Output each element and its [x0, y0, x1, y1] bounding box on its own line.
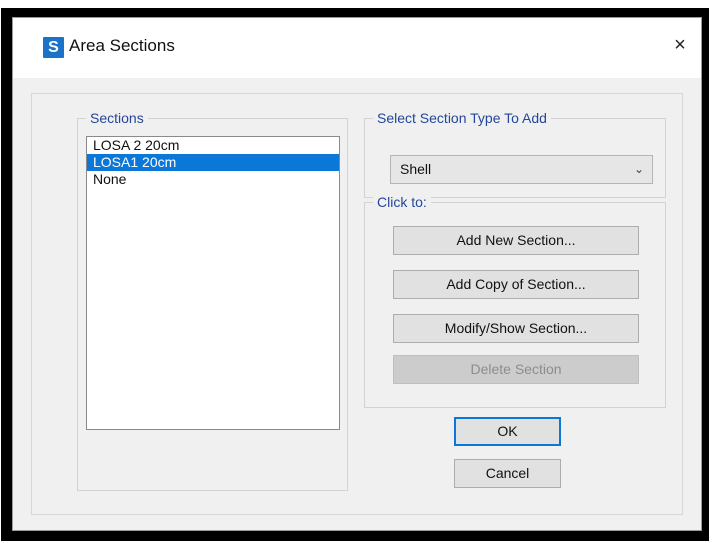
modify-show-section-button[interactable]: Modify/Show Section... — [393, 314, 639, 343]
title-bar: S Area Sections × — [13, 18, 701, 78]
area-sections-dialog: S Area Sections × Sections LOSA 2 20cm L… — [12, 17, 702, 531]
close-icon[interactable]: × — [669, 34, 691, 56]
add-copy-section-button[interactable]: Add Copy of Section... — [393, 270, 639, 299]
app-logo-icon: S — [43, 37, 64, 58]
chevron-down-icon: ⌄ — [633, 162, 644, 176]
click-to-label: Click to: — [373, 194, 431, 210]
section-type-select[interactable]: Shell ⌄ — [390, 155, 653, 184]
list-item-selected[interactable]: LOSA1 20cm — [87, 154, 339, 171]
ok-button[interactable]: OK — [454, 417, 561, 446]
cancel-button[interactable]: Cancel — [454, 459, 561, 488]
section-type-value: Shell — [400, 161, 432, 177]
section-type-label: Select Section Type To Add — [373, 110, 551, 126]
sections-listbox[interactable]: LOSA 2 20cm LOSA1 20cm None — [86, 136, 340, 430]
sections-label: Sections — [86, 110, 148, 126]
delete-section-button[interactable]: Delete Section — [393, 355, 639, 384]
add-new-section-button[interactable]: Add New Section... — [393, 226, 639, 255]
list-item[interactable]: None — [87, 171, 339, 188]
window-title: Area Sections — [69, 36, 175, 55]
list-item[interactable]: LOSA 2 20cm — [87, 137, 339, 154]
